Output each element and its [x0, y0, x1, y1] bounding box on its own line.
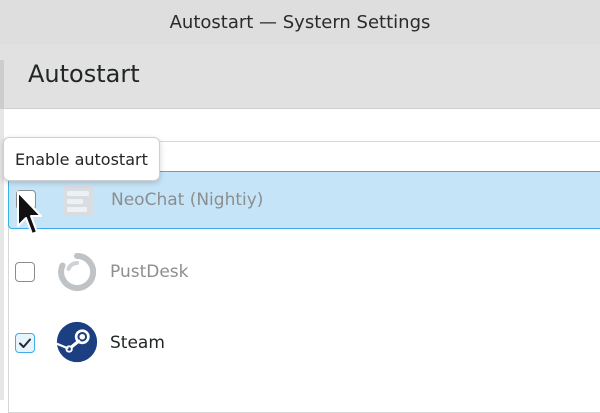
mouse-cursor-icon [17, 191, 42, 235]
app-name: NeoChat (Nightiy) [111, 190, 264, 210]
list-item[interactable]: Steam [8, 315, 600, 373]
autostart-checkbox[interactable] [15, 262, 35, 282]
autostart-checkbox[interactable] [15, 333, 35, 353]
app-name: Steam [110, 333, 165, 353]
page-header: Autostart [0, 44, 600, 109]
page-title: Autostart [28, 60, 140, 88]
rustdesk-icon [58, 252, 97, 291]
neochat-icon [63, 186, 93, 216]
steam-icon [56, 321, 98, 363]
app-name: PustDesk [110, 262, 189, 282]
tooltip-text: Enable autostart [15, 149, 148, 169]
list-item[interactable]: PustDesk [8, 243, 600, 301]
window-title: Autostart — Systern Settings [169, 11, 431, 33]
tooltip: Enable autostart [3, 137, 160, 181]
window-titlebar: Autostart — Systern Settings [0, 0, 600, 44]
checkmark-icon [19, 338, 31, 348]
header-edge [0, 60, 4, 108]
